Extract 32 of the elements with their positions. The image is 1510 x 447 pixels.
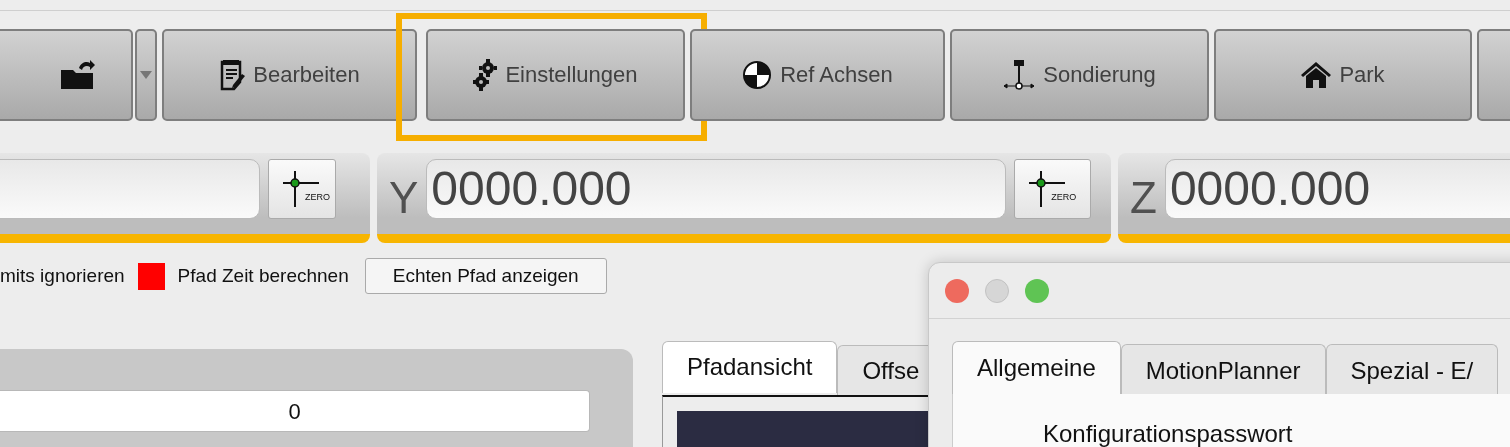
notepad-icon: [219, 59, 246, 91]
number-field[interactable]: 0: [0, 390, 590, 432]
field-label: Konfigurationspasswort: [1043, 420, 1293, 447]
settings-tab[interactable]: MotionPlanner: [1120, 344, 1326, 394]
zoom-button[interactable]: [1025, 278, 1049, 303]
coordinate-field[interactable]: 0000.000: [1164, 158, 1510, 219]
settings-tab[interactable]: Allgemeine: [952, 341, 1121, 394]
toolbar-button[interactable]: Einstellungen: [426, 29, 685, 121]
view-tab[interactable]: Pfadansicht: [662, 341, 838, 393]
toolbar-button[interactable]: Ref Achsen: [690, 29, 945, 121]
toolbar-button[interactable]: Park: [1214, 29, 1472, 121]
coordinate-field[interactable]: 0000.000: [426, 158, 1007, 219]
probe-icon: [1003, 59, 1036, 91]
axis-label: Y: [389, 172, 419, 223]
close-button[interactable]: [945, 278, 969, 303]
folder-icon: [61, 58, 95, 92]
option-label: Pfad Zeit berechnen: [177, 265, 349, 287]
gears-icon: [473, 59, 498, 91]
show-path-button[interactable]: Echten Pfad anzeigen: [364, 258, 607, 294]
minimize-button[interactable]: [985, 278, 1009, 303]
zero-button[interactable]: ZERO: [268, 158, 336, 219]
dropdown-button[interactable]: [135, 29, 157, 121]
caret-icon: [140, 71, 152, 79]
home-icon: [1301, 61, 1332, 89]
toolbar-button[interactable]: Sondierung: [950, 29, 1209, 121]
coordinate-field[interactable]: [0, 158, 260, 219]
option-label: mits ignorieren: [0, 265, 125, 287]
zero-button[interactable]: ZERO: [1014, 158, 1092, 219]
target-icon: [742, 60, 773, 90]
settings-tab[interactable]: Spezial - E/: [1325, 344, 1499, 394]
toolbar-button[interactable]: Bearbeiten: [162, 29, 417, 121]
axis-label: Z: [1130, 172, 1157, 223]
